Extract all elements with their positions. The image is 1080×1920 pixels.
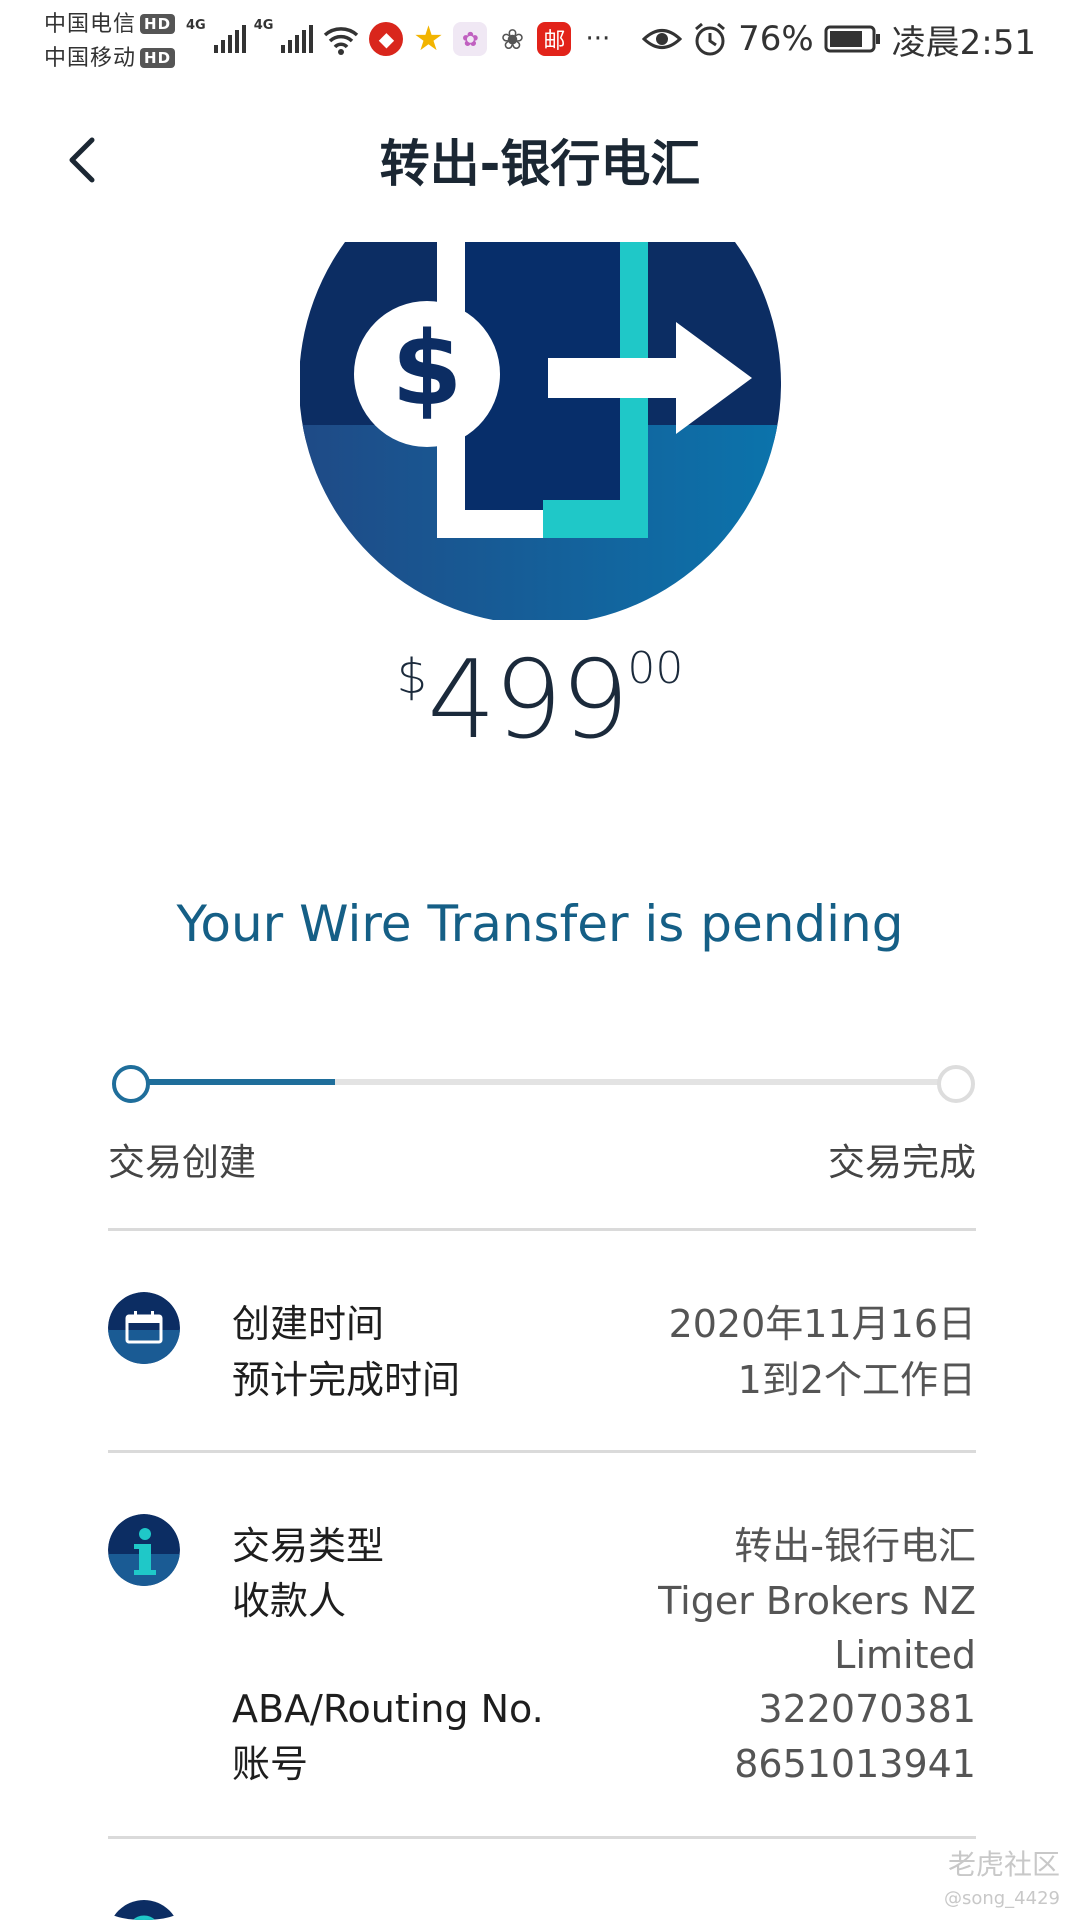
app-notification-icon: ◆	[369, 22, 404, 56]
status-icons-right: 76% 凌晨2:51	[642, 14, 1036, 64]
watermark-brand: 老虎社区	[947, 1848, 1060, 1881]
carrier-1: 中国电信 HD	[44, 6, 176, 38]
post-app-icon: 邮	[537, 22, 572, 56]
watermark: 老虎社区 @song_4429	[944, 1848, 1060, 1916]
transfer-amount: $49900	[0, 638, 1080, 763]
status-icons-left: 4G 4G ◆ ★ ✿ ❀ 邮 ···	[186, 14, 610, 64]
network-type: 4G	[186, 18, 206, 33]
eta-label: 预计完成时间	[232, 1358, 461, 1402]
hd-badge: HD	[140, 48, 176, 68]
account-number-label: 账号	[232, 1742, 309, 1786]
signal-icon	[213, 25, 246, 53]
amount-currency: $	[396, 649, 428, 705]
huawei-icon: ❀	[500, 22, 525, 56]
progress-start-node	[112, 1065, 150, 1103]
divider	[108, 1450, 976, 1453]
created-time-label: 创建时间	[232, 1302, 385, 1346]
payee-label: 收款人	[232, 1579, 347, 1623]
page-title: 转出-银行电汇	[379, 135, 701, 193]
aba-routing-label: ABA/Routing No.	[232, 1687, 544, 1731]
eta-value: 1到2个工作日	[737, 1358, 976, 1402]
divider	[108, 1228, 976, 1231]
carrier-2: 中国移动 HD	[44, 40, 176, 72]
next-section-icon	[108, 1900, 180, 1920]
account-number-value: 8651013941	[734, 1742, 976, 1786]
divider	[108, 1836, 976, 1839]
wifi-icon	[324, 27, 359, 55]
battery-icon	[824, 25, 880, 53]
more-notifications: ···	[585, 24, 611, 54]
carrier-2-label: 中国移动	[44, 46, 137, 71]
info-icon	[108, 1514, 180, 1586]
battery-percent: 76%	[738, 19, 814, 59]
payee-value-line1: Tiger Brokers NZ	[658, 1579, 976, 1623]
progress-end-label: 交易完成	[828, 1141, 976, 1184]
amount-integer: 499	[427, 638, 629, 763]
svg-text:$: $	[392, 310, 463, 429]
progress-fill	[130, 1079, 335, 1085]
carrier-1-label: 中国电信	[44, 12, 137, 37]
status-message: Your Wire Transfer is pending	[176, 895, 904, 953]
payee-value-line2: Limited	[834, 1633, 976, 1677]
photos-app-icon: ✿	[453, 22, 488, 56]
network-type: 4G	[253, 18, 274, 33]
hd-badge: HD	[140, 14, 176, 34]
wire-transfer-icon: $	[300, 242, 781, 620]
calendar-icon	[108, 1292, 180, 1364]
aba-routing-value: 322070381	[758, 1687, 976, 1731]
star-app-icon: ★	[413, 19, 444, 59]
alarm-icon	[695, 22, 726, 56]
transaction-type-value: 转出-银行电汇	[734, 1524, 976, 1568]
progress-start-label: 交易创建	[108, 1141, 256, 1184]
clock: 凌晨2:51	[891, 22, 1036, 63]
watermark-user: @song_4429	[943, 1888, 1060, 1909]
created-time-value: 2020年11月16日	[668, 1302, 976, 1346]
progress-end-node	[937, 1065, 975, 1103]
signal-icon	[281, 25, 314, 53]
amount-decimal: 00	[627, 643, 684, 694]
eye-icon	[642, 29, 683, 49]
transaction-type-label: 交易类型	[232, 1524, 385, 1568]
